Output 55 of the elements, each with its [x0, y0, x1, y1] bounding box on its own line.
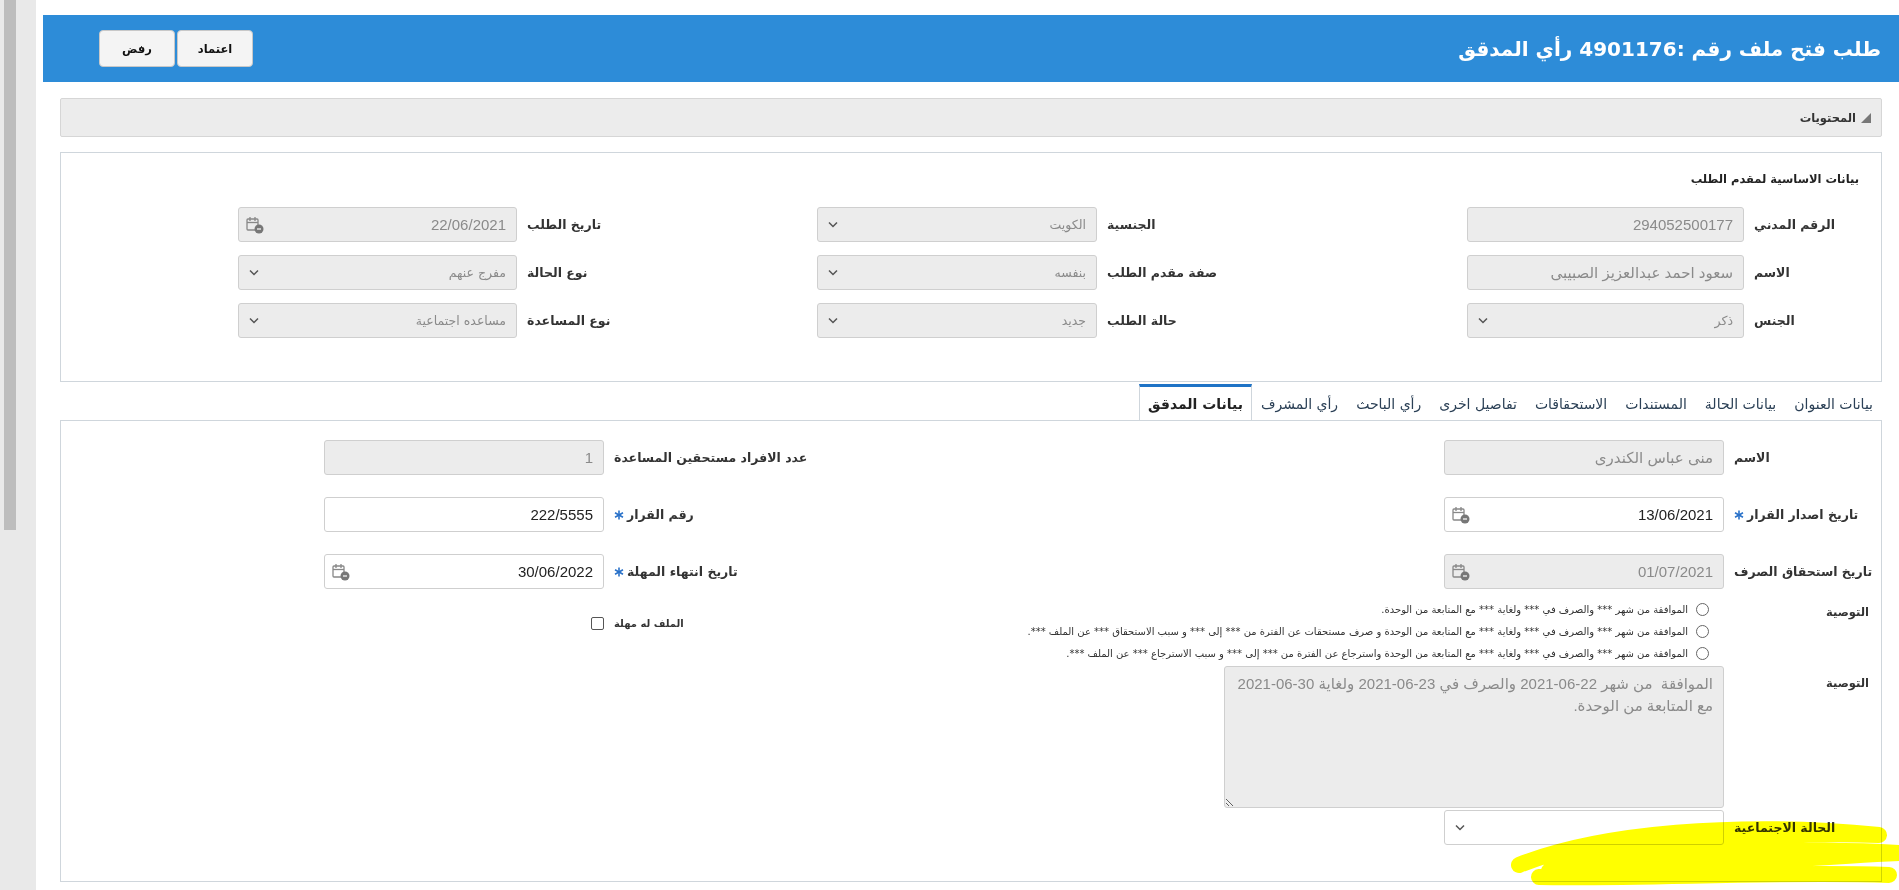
field-label: تاريخ انتهاء المهلة	[627, 564, 738, 579]
date-field[interactable]: 13/06/2021	[1444, 497, 1724, 532]
tab[interactable]: المستندات	[1616, 386, 1696, 420]
tab[interactable]: بيانات العنوان	[1785, 386, 1882, 420]
calendar-icon	[1452, 563, 1470, 581]
tab[interactable]: تفاصيل اخرى	[1430, 386, 1526, 420]
field-label: التوصية	[1825, 675, 1869, 693]
radio-button[interactable]	[1696, 603, 1709, 616]
field-label: تاريخ استحقاق الصرف	[1734, 564, 1873, 579]
field-label: الاسم	[1754, 265, 1790, 280]
tab[interactable]: بيانات الحالة	[1695, 386, 1786, 420]
caret-icon	[828, 221, 838, 228]
radio-button[interactable]	[1696, 647, 1709, 660]
field-label: الاسم	[1734, 450, 1770, 465]
field-label: رقم القرار	[627, 507, 694, 522]
calendar-icon	[246, 216, 264, 234]
caret-icon	[1478, 317, 1488, 324]
caret-icon	[249, 317, 259, 324]
section-toggle[interactable]: المحتويات	[1799, 110, 1856, 125]
tab[interactable]: بيانات المدقق	[1139, 384, 1253, 421]
field-label: نوع المساعدة	[527, 313, 611, 328]
window-title: طلب فتح ملف رقم :4901176 رأي المدقق	[1458, 36, 1881, 61]
text-field[interactable]: 222/5555	[324, 497, 604, 532]
checkbox[interactable]	[591, 617, 604, 630]
action-button[interactable]: اعتماد	[177, 30, 253, 67]
option-text: الموافقة من شهر *** والصرف في *** ولغاية *** مع المتابعة من الوحدة واسترجاع عن الفترة من *** إلى *** و سبب الاسترجاع *** عن الملف ***.	[1066, 648, 1688, 659]
field-label: التوصية	[1825, 604, 1869, 622]
caret-icon	[1455, 824, 1465, 831]
action-button[interactable]: رفض	[99, 30, 175, 67]
field-label: الجنس	[1754, 313, 1795, 328]
field-label: الحالة الاجتماعية	[1734, 820, 1836, 835]
field-label: صفة مقدم الطلب	[1107, 265, 1217, 280]
calendar-icon	[1452, 506, 1470, 524]
caret-icon	[828, 317, 838, 324]
option-text: الموافقة من شهر *** والصرف في *** ولغاية *** مع المتابعة من الوحدة.	[1381, 604, 1688, 615]
caret-icon	[249, 269, 259, 276]
radio-button[interactable]	[1696, 625, 1709, 638]
triangle-icon	[1861, 112, 1871, 123]
date-field[interactable]: 30/06/2022	[324, 554, 604, 589]
calendar-icon	[332, 563, 350, 581]
field-label: حالة الطلب	[1107, 313, 1177, 328]
field-label: تاريخ الطلب	[527, 217, 602, 232]
tab[interactable]: رأي المشرف	[1252, 386, 1348, 420]
scrollbar-thumb[interactable]	[4, 0, 16, 530]
checkbox-label: الملف له مهلة	[613, 618, 685, 629]
section-title: بيانات الاساسية لمقدم الطلب	[1689, 172, 1859, 188]
tab[interactable]: رأي الباحث	[1347, 386, 1431, 420]
tab[interactable]: الاستحقاقات	[1525, 386, 1617, 420]
field-label: نوع الحالة	[527, 265, 588, 280]
caret-icon	[828, 269, 838, 276]
field-label: تاريخ اصدار القرار	[1747, 507, 1859, 522]
field-label: الجنسية	[1107, 217, 1156, 232]
field-label: الرقم المدني	[1754, 217, 1835, 232]
field-label: عدد الافراد مستحقين المساعدة	[614, 450, 808, 465]
option-text: الموافقة من شهر *** والصرف في *** ولغاية *** مع المتابعة من الوحدة و صرف مستحقات عن الفترة من *** إلى *** و سبب الاستحقاق *** عن الملف ***.	[1027, 626, 1688, 637]
